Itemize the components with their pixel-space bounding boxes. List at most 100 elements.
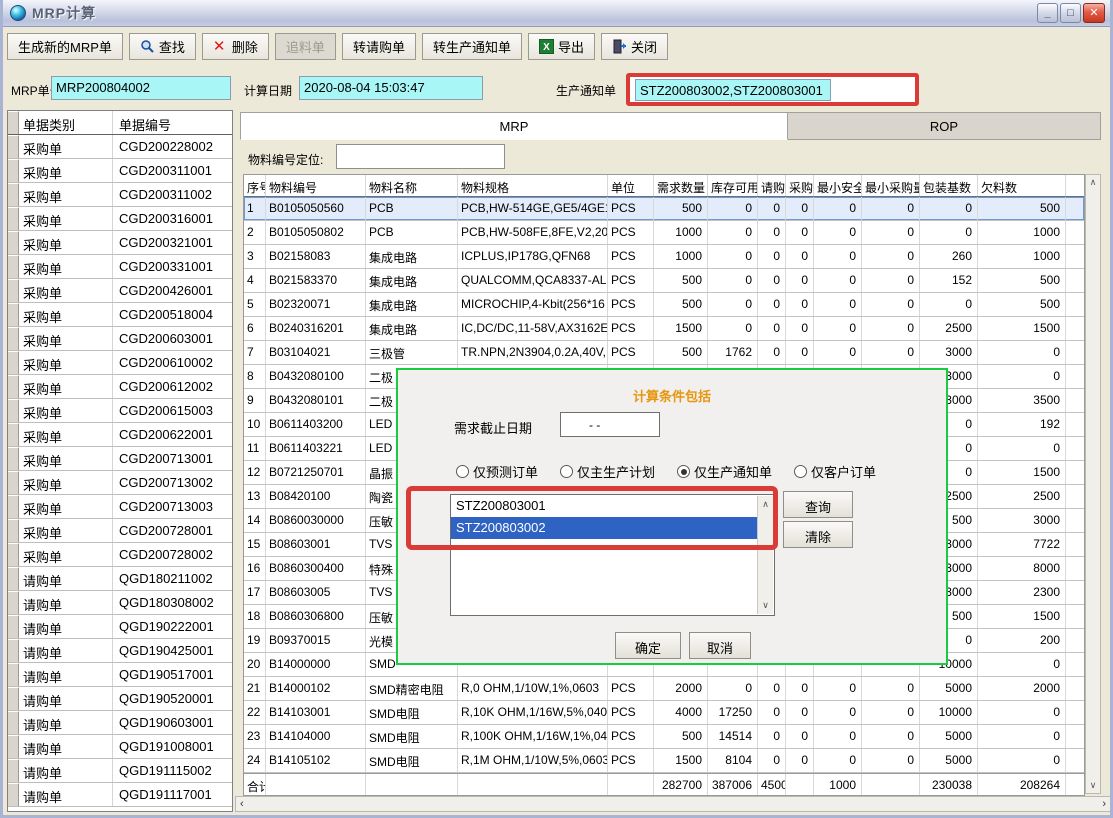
row-selector[interactable]: [8, 375, 19, 398]
document-row[interactable]: 采购单CGD200518004: [8, 303, 232, 327]
toolbar-button-导出[interactable]: X导出: [528, 33, 595, 60]
row-selector[interactable]: [8, 231, 19, 254]
document-row[interactable]: 采购单CGD200316001: [8, 207, 232, 231]
scroll-down-icon[interactable]: ∨: [762, 600, 769, 611]
ok-button[interactable]: 确定: [615, 632, 681, 659]
document-row[interactable]: 采购单CGD200610002: [8, 351, 232, 375]
row-selector[interactable]: [8, 567, 19, 590]
production-notice-field[interactable]: STZ200803002,STZ200803001: [635, 79, 831, 101]
row-selector[interactable]: [8, 303, 19, 326]
document-row[interactable]: 请购单QGD190425001: [8, 639, 232, 663]
row-selector[interactable]: [8, 519, 19, 542]
row-selector[interactable]: [8, 207, 19, 230]
row-selector[interactable]: [8, 591, 19, 614]
toolbar-button-关闭[interactable]: 关闭: [601, 33, 668, 60]
row-selector[interactable]: [8, 447, 19, 470]
row-selector[interactable]: [8, 783, 19, 806]
minimize-button[interactable]: _: [1037, 3, 1058, 23]
table-row[interactable]: 23B14104000SMD电阻R,100K OHM,1/16W,1%,04PC…: [244, 725, 1084, 749]
vertical-scrollbar[interactable]: ∧ ∨: [1085, 174, 1101, 794]
row-selector[interactable]: [8, 351, 19, 374]
table-row[interactable]: 22B14103001SMD电阻R,10K OHM,1/16W,5%,040PC…: [244, 701, 1084, 725]
document-row[interactable]: 采购单CGD200426001: [8, 279, 232, 303]
row-selector[interactable]: [8, 399, 19, 422]
document-row[interactable]: 请购单QGD191115002: [8, 759, 232, 783]
document-row[interactable]: 请购单QGD180211002: [8, 567, 232, 591]
table-row[interactable]: 1B0105050560PCBPCB,HW-514GE,GE5/4GE1PCS5…: [244, 197, 1084, 221]
tab-rop[interactable]: ROP: [788, 112, 1101, 140]
document-row[interactable]: 请购单QGD190520001: [8, 687, 232, 711]
document-row[interactable]: 请购单QGD190517001: [8, 663, 232, 687]
document-row[interactable]: 采购单CGD200228002: [8, 135, 232, 159]
row-selector[interactable]: [8, 255, 19, 278]
doc-type-header[interactable]: 单据类别: [19, 111, 113, 134]
radio-icon[interactable]: [794, 465, 807, 478]
radio-仅预测订单[interactable]: 仅预测订单: [456, 462, 538, 481]
close-button[interactable]: ✕: [1083, 3, 1105, 23]
row-selector[interactable]: [8, 759, 19, 782]
horizontal-scrollbar[interactable]: ‹ ›: [235, 796, 1111, 812]
row-selector[interactable]: [8, 279, 19, 302]
row-selector[interactable]: [8, 471, 19, 494]
document-row[interactable]: 采购单CGD200713001: [8, 447, 232, 471]
row-selector[interactable]: [8, 327, 19, 350]
table-row[interactable]: 6B0240316201集成电路IC,DC/DC,11-58V,AX3162EP…: [244, 317, 1084, 341]
toolbar-button-查找[interactable]: 查找: [129, 33, 196, 60]
cancel-button[interactable]: 取消: [689, 632, 751, 659]
row-selector[interactable]: [8, 663, 19, 686]
radio-icon[interactable]: [560, 465, 573, 478]
toolbar-button-删除[interactable]: ✕删除: [202, 33, 269, 60]
row-selector[interactable]: [8, 495, 19, 518]
radio-仅主生产计划[interactable]: 仅主生产计划: [560, 462, 655, 481]
document-row[interactable]: 采购单CGD200311001: [8, 159, 232, 183]
document-row[interactable]: 采购单CGD200615003: [8, 399, 232, 423]
mrp-no-field[interactable]: MRP200804002: [51, 76, 231, 100]
calc-date-field[interactable]: 2020-08-04 15:03:47: [299, 76, 483, 100]
row-selector[interactable]: [8, 615, 19, 638]
row-selector[interactable]: [8, 159, 19, 182]
document-row[interactable]: 请购单QGD191008001: [8, 735, 232, 759]
table-row[interactable]: 24B14105102SMD电阻R,1M OHM,1/10W,5%,0603PC…: [244, 749, 1084, 773]
document-row[interactable]: 请购单QGD191117001: [8, 783, 232, 807]
table-row[interactable]: 5B02320071集成电路MICROCHIP,4-Kbit(256*16PCS…: [244, 293, 1084, 317]
clear-button[interactable]: 清除: [783, 521, 853, 548]
table-row[interactable]: 21B14000102SMD精密电阻R,0 OHM,1/10W,1%,0603P…: [244, 677, 1084, 701]
document-row[interactable]: 请购单QGD180308002: [8, 591, 232, 615]
radio-仅客户订单[interactable]: 仅客户订单: [794, 462, 876, 481]
list-item[interactable]: STZ200803002: [451, 517, 774, 539]
toolbar-button-生成新的MRP单[interactable]: 生成新的MRP单: [7, 33, 123, 60]
row-selector[interactable]: [8, 711, 19, 734]
tab-mrp[interactable]: MRP: [240, 112, 788, 140]
document-row[interactable]: 采购单CGD200622001: [8, 423, 232, 447]
table-row[interactable]: 3B02158083集成电路ICPLUS,IP178G,QFN68PCS1000…: [244, 245, 1084, 269]
table-row[interactable]: 4B021583370集成电路QUALCOMM,QCA8337-AL3PCS50…: [244, 269, 1084, 293]
document-row[interactable]: 请购单QGD190222001: [8, 615, 232, 639]
scroll-right-icon[interactable]: ›: [1102, 798, 1106, 810]
document-row[interactable]: 采购单CGD200603001: [8, 327, 232, 351]
toolbar-button-转请购单[interactable]: 转请购单: [342, 33, 416, 60]
table-row[interactable]: 2B0105050802PCBPCB,HW-508FE,8FE,V2,20PCS…: [244, 221, 1084, 245]
radio-icon[interactable]: [677, 465, 690, 478]
document-row[interactable]: 采购单CGD200713003: [8, 495, 232, 519]
scroll-up-icon[interactable]: ∧: [1090, 177, 1097, 188]
maximize-button[interactable]: □: [1060, 3, 1081, 23]
document-row[interactable]: 请购单QGD190603001: [8, 711, 232, 735]
document-row[interactable]: 采购单CGD200612002: [8, 375, 232, 399]
title-bar[interactable]: MRP计算 _ □ ✕: [3, 0, 1110, 27]
mrp-table-header[interactable]: 序号物料编号物料名称物料规格单位需求数量库存可用量请购未到采购未到最小安全量最小…: [244, 175, 1084, 197]
row-selector[interactable]: [8, 423, 19, 446]
row-selector[interactable]: [8, 639, 19, 662]
scroll-left-icon[interactable]: ‹: [240, 798, 244, 810]
scroll-up-icon[interactable]: ∧: [762, 499, 769, 510]
row-selector[interactable]: [8, 183, 19, 206]
mrp-table-totals[interactable]: 合计28270038700645001000230038208264: [244, 773, 1084, 795]
radio-仅生产通知单[interactable]: 仅生产通知单: [677, 462, 772, 481]
document-row[interactable]: 采购单CGD200728002: [8, 543, 232, 567]
row-selector[interactable]: [8, 735, 19, 758]
document-row[interactable]: 采购单CGD200311002: [8, 183, 232, 207]
row-selector[interactable]: [8, 543, 19, 566]
document-row[interactable]: 采购单CGD200728001: [8, 519, 232, 543]
table-row[interactable]: 7B03104021三极管TR.NPN,2N3904,0.2A,40V,PCS5…: [244, 341, 1084, 365]
document-row[interactable]: 采购单CGD200713002: [8, 471, 232, 495]
document-row[interactable]: 采购单CGD200321001: [8, 231, 232, 255]
